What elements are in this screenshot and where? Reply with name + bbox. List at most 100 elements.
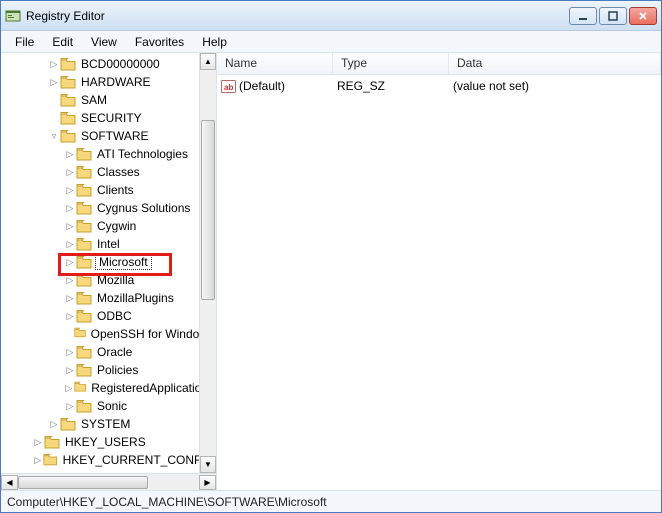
tree-expand-icon[interactable]: ▷ xyxy=(65,347,75,358)
tree-item[interactable]: ▷ HARDWARE xyxy=(1,73,216,91)
scroll-left-button[interactable]: ◀ xyxy=(1,475,18,490)
tree-item-label: HKEY_CURRENT_CONFIG xyxy=(61,453,216,467)
string-value-icon: ab xyxy=(221,79,236,94)
tree-item[interactable]: SAM xyxy=(1,91,216,109)
tree-collapse-icon[interactable]: ▿ xyxy=(49,131,59,142)
tree-expand-icon[interactable]: ▷ xyxy=(65,185,75,196)
folder-icon xyxy=(76,255,92,269)
tree-item[interactable]: ▷Policies xyxy=(1,361,216,379)
folder-icon xyxy=(60,417,76,431)
tree-scroll[interactable]: ▷BCD00000000▷HARDWARESAMSECURITY▿SOFTWAR… xyxy=(1,53,216,473)
tree-expand-icon[interactable]: ▷ xyxy=(65,293,75,304)
folder-icon xyxy=(76,183,92,197)
tree-item-label: HARDWARE xyxy=(79,75,153,89)
folder-icon xyxy=(76,291,92,305)
close-button[interactable] xyxy=(629,7,657,25)
maximize-button[interactable] xyxy=(599,7,627,25)
folder-icon xyxy=(74,327,86,341)
tree-expand-icon[interactable]: ▷ xyxy=(65,149,75,160)
vscroll-track[interactable] xyxy=(200,70,216,456)
tree-expand-icon[interactable]: ▷ xyxy=(65,257,75,268)
list-body[interactable]: ab (Default) REG_SZ (value not set) xyxy=(217,75,661,490)
tree-expand-icon[interactable]: ▷ xyxy=(65,203,75,214)
tree-item[interactable]: ▷Mozilla xyxy=(1,271,216,289)
tree-item[interactable]: ▷RegisteredApplications xyxy=(1,379,216,397)
folder-icon xyxy=(76,363,92,377)
tree-item[interactable]: ▷ Clients xyxy=(1,181,216,199)
menu-help[interactable]: Help xyxy=(194,33,235,51)
folder-icon xyxy=(60,57,76,71)
tree-item-label: Oracle xyxy=(95,345,134,359)
tree-item[interactable]: ▷ATI Technologies xyxy=(1,145,216,163)
tree-expand-icon[interactable]: ▷ xyxy=(33,437,43,448)
tree-item[interactable]: ▷BCD00000000 xyxy=(1,55,216,73)
column-header-name[interactable]: Name xyxy=(217,53,333,74)
tree-item[interactable]: ▷ Cygwin xyxy=(1,217,216,235)
statusbar-path: Computer\HKEY_LOCAL_MACHINE\SOFTWARE\Mic… xyxy=(7,495,327,509)
column-header-type[interactable]: Type xyxy=(333,53,449,74)
scroll-up-button[interactable]: ▲ xyxy=(200,53,216,70)
tree-expand-icon[interactable]: ▷ xyxy=(65,275,75,286)
menu-favorites[interactable]: Favorites xyxy=(127,33,192,51)
scroll-right-button[interactable]: ▶ xyxy=(199,475,216,490)
tree-expand-icon[interactable]: ▷ xyxy=(49,419,59,430)
tree-item[interactable]: ▷Classes xyxy=(1,163,216,181)
tree-item[interactable]: ▷Cygnus Solutions xyxy=(1,199,216,217)
tree-item[interactable]: ▷MozillaPlugins xyxy=(1,289,216,307)
tree-item[interactable]: ▷ Oracle xyxy=(1,343,216,361)
tree-hscrollbar[interactable]: ◀ ▶ xyxy=(1,473,216,490)
tree-expand-icon[interactable]: ▷ xyxy=(33,455,42,466)
tree-item[interactable]: ▷ HKEY_CURRENT_CONFIG xyxy=(1,451,216,469)
folder-icon xyxy=(76,309,92,323)
tree-expand-icon[interactable]: ▷ xyxy=(65,383,73,394)
tree-item[interactable]: ▷ Intel xyxy=(1,235,216,253)
tree-item-label: OpenSSH for Windows xyxy=(89,327,216,341)
tree-expand-icon[interactable]: ▷ xyxy=(65,365,75,376)
tree-item-label: SOFTWARE xyxy=(79,129,151,143)
tree-item[interactable]: ▷ Sonic xyxy=(1,397,216,415)
tree-expand-icon[interactable]: ▷ xyxy=(65,221,75,232)
tree-item-label: Cygwin xyxy=(95,219,138,233)
app-icon xyxy=(5,8,21,24)
tree-vscrollbar[interactable]: ▲ ▼ xyxy=(199,53,216,473)
tree-item[interactable]: ▷Microsoft xyxy=(1,253,216,271)
tree-expand-icon[interactable]: ▷ xyxy=(49,59,59,70)
tree-item-label: SYSTEM xyxy=(79,417,132,431)
menu-view[interactable]: View xyxy=(83,33,125,51)
folder-icon xyxy=(76,273,92,287)
folder-icon xyxy=(60,129,76,143)
tree-expand-icon[interactable]: ▷ xyxy=(49,77,59,88)
scroll-down-button[interactable]: ▼ xyxy=(200,456,216,473)
tree-item[interactable]: ▿ SOFTWARE xyxy=(1,127,216,145)
folder-icon xyxy=(76,165,92,179)
hscroll-track[interactable] xyxy=(18,475,199,490)
vscroll-thumb[interactable] xyxy=(201,120,215,300)
window: Registry Editor File Edit View Favorites… xyxy=(0,0,662,513)
tree-item[interactable]: SECURITY xyxy=(1,109,216,127)
menu-edit[interactable]: Edit xyxy=(44,33,81,51)
hscroll-thumb[interactable] xyxy=(18,476,148,489)
tree-item[interactable]: OpenSSH for Windows xyxy=(1,325,216,343)
minimize-button[interactable] xyxy=(569,7,597,25)
svg-text:ab: ab xyxy=(224,83,233,92)
menu-file[interactable]: File xyxy=(7,33,42,51)
folder-icon xyxy=(76,345,92,359)
list-header: Name Type Data xyxy=(217,53,661,75)
tree-expand-icon[interactable]: ▷ xyxy=(65,311,75,322)
titlebar: Registry Editor xyxy=(1,1,661,31)
value-name: (Default) xyxy=(239,79,285,93)
list-pane: Name Type Data ab (Default) REG_SZ (valu… xyxy=(217,53,661,490)
list-row[interactable]: ab (Default) REG_SZ (value not set) xyxy=(221,77,657,95)
column-header-data[interactable]: Data xyxy=(449,53,661,74)
tree-item[interactable]: ▷ SYSTEM xyxy=(1,415,216,433)
tree-item[interactable]: ▷HKEY_USERS xyxy=(1,433,216,451)
folder-icon xyxy=(76,147,92,161)
tree-item-label: Intel xyxy=(95,237,122,251)
tree-item-label: Sonic xyxy=(95,399,129,413)
tree-item[interactable]: ▷ODBC xyxy=(1,307,216,325)
tree-expand-icon[interactable]: ▷ xyxy=(65,401,75,412)
tree-pane: ▷BCD00000000▷HARDWARESAMSECURITY▿SOFTWAR… xyxy=(1,53,217,490)
tree-item-label: Clients xyxy=(95,183,136,197)
tree-expand-icon[interactable]: ▷ xyxy=(65,167,75,178)
tree-expand-icon[interactable]: ▷ xyxy=(65,239,75,250)
